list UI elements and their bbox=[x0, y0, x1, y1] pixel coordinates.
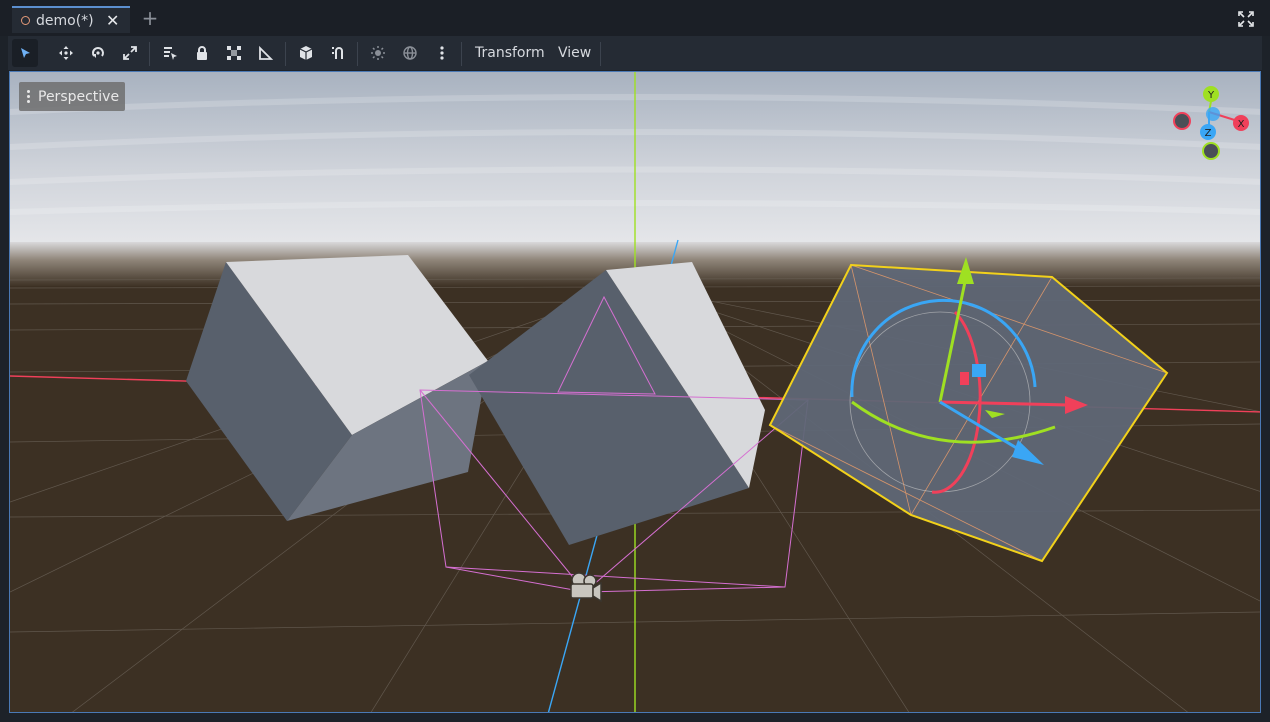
rotate-icon bbox=[92, 47, 104, 58]
perspective-label: Perspective bbox=[38, 88, 120, 105]
toolbar-separator bbox=[600, 42, 601, 66]
toolbar-separator bbox=[285, 42, 286, 66]
toolbar-separator bbox=[357, 42, 358, 66]
perspective-menu-button[interactable]: Perspective bbox=[19, 82, 126, 111]
scene-tab-bar: demo(*) ✕ + bbox=[0, 0, 1270, 36]
cube-icon bbox=[299, 46, 313, 60]
rotate-tool-button[interactable] bbox=[85, 39, 111, 67]
sun-preview-button[interactable] bbox=[365, 39, 391, 67]
globe-icon bbox=[403, 46, 417, 60]
more-options-button[interactable] bbox=[429, 39, 455, 67]
3d-scene[interactable]: Y X Z bbox=[10, 72, 1261, 713]
svg-text:Z: Z bbox=[1205, 128, 1212, 139]
gizmo-y-axis[interactable]: Y bbox=[1203, 86, 1219, 102]
toolbar-separator bbox=[149, 42, 150, 66]
move-tool-button[interactable] bbox=[53, 39, 79, 67]
gizmo-x-axis[interactable]: X bbox=[1233, 115, 1249, 131]
scale-tool-button[interactable] bbox=[117, 39, 143, 67]
tab-label: demo(*) bbox=[36, 12, 94, 29]
svg-text:X: X bbox=[1238, 119, 1245, 130]
lock-button[interactable] bbox=[189, 39, 215, 67]
environment-preview-button[interactable] bbox=[397, 39, 423, 67]
distraction-free-icon[interactable] bbox=[1238, 11, 1254, 27]
list-select-icon bbox=[164, 47, 177, 60]
svg-text:Y: Y bbox=[1207, 90, 1215, 101]
close-icon[interactable]: ✕ bbox=[106, 11, 119, 31]
ruler-button[interactable] bbox=[253, 39, 279, 67]
bottom-edge bbox=[0, 713, 1270, 722]
ruler-icon bbox=[259, 45, 274, 60]
group-button[interactable] bbox=[221, 39, 247, 67]
snap-icon bbox=[332, 47, 343, 59]
scale-icon bbox=[123, 46, 137, 60]
select-tool-button[interactable] bbox=[12, 39, 38, 67]
selectable-nodes-button[interactable] bbox=[157, 39, 183, 67]
move-cross-icon bbox=[59, 46, 73, 60]
view-menu[interactable]: View bbox=[554, 39, 595, 67]
vertical-dots-icon bbox=[27, 90, 30, 103]
sun-icon bbox=[371, 46, 385, 60]
gizmo-z-axis[interactable]: Z bbox=[1200, 124, 1216, 140]
vertical-dots-icon bbox=[440, 46, 444, 60]
local-space-button[interactable] bbox=[293, 39, 319, 67]
cursor-arrow-icon bbox=[21, 48, 30, 58]
transform-menu[interactable]: Transform bbox=[471, 39, 549, 67]
group-icon bbox=[227, 46, 241, 60]
new-tab-button[interactable]: + bbox=[141, 7, 159, 29]
3d-viewport[interactable]: Y X Z Perspective bbox=[9, 71, 1261, 713]
snap-button[interactable] bbox=[325, 39, 351, 67]
lock-icon bbox=[197, 46, 207, 60]
toolbar-separator bbox=[461, 42, 462, 66]
scene-icon bbox=[21, 16, 30, 25]
viewport-toolbar: Transform View bbox=[8, 36, 1262, 70]
tab-demo[interactable]: demo(*) ✕ bbox=[12, 6, 130, 33]
